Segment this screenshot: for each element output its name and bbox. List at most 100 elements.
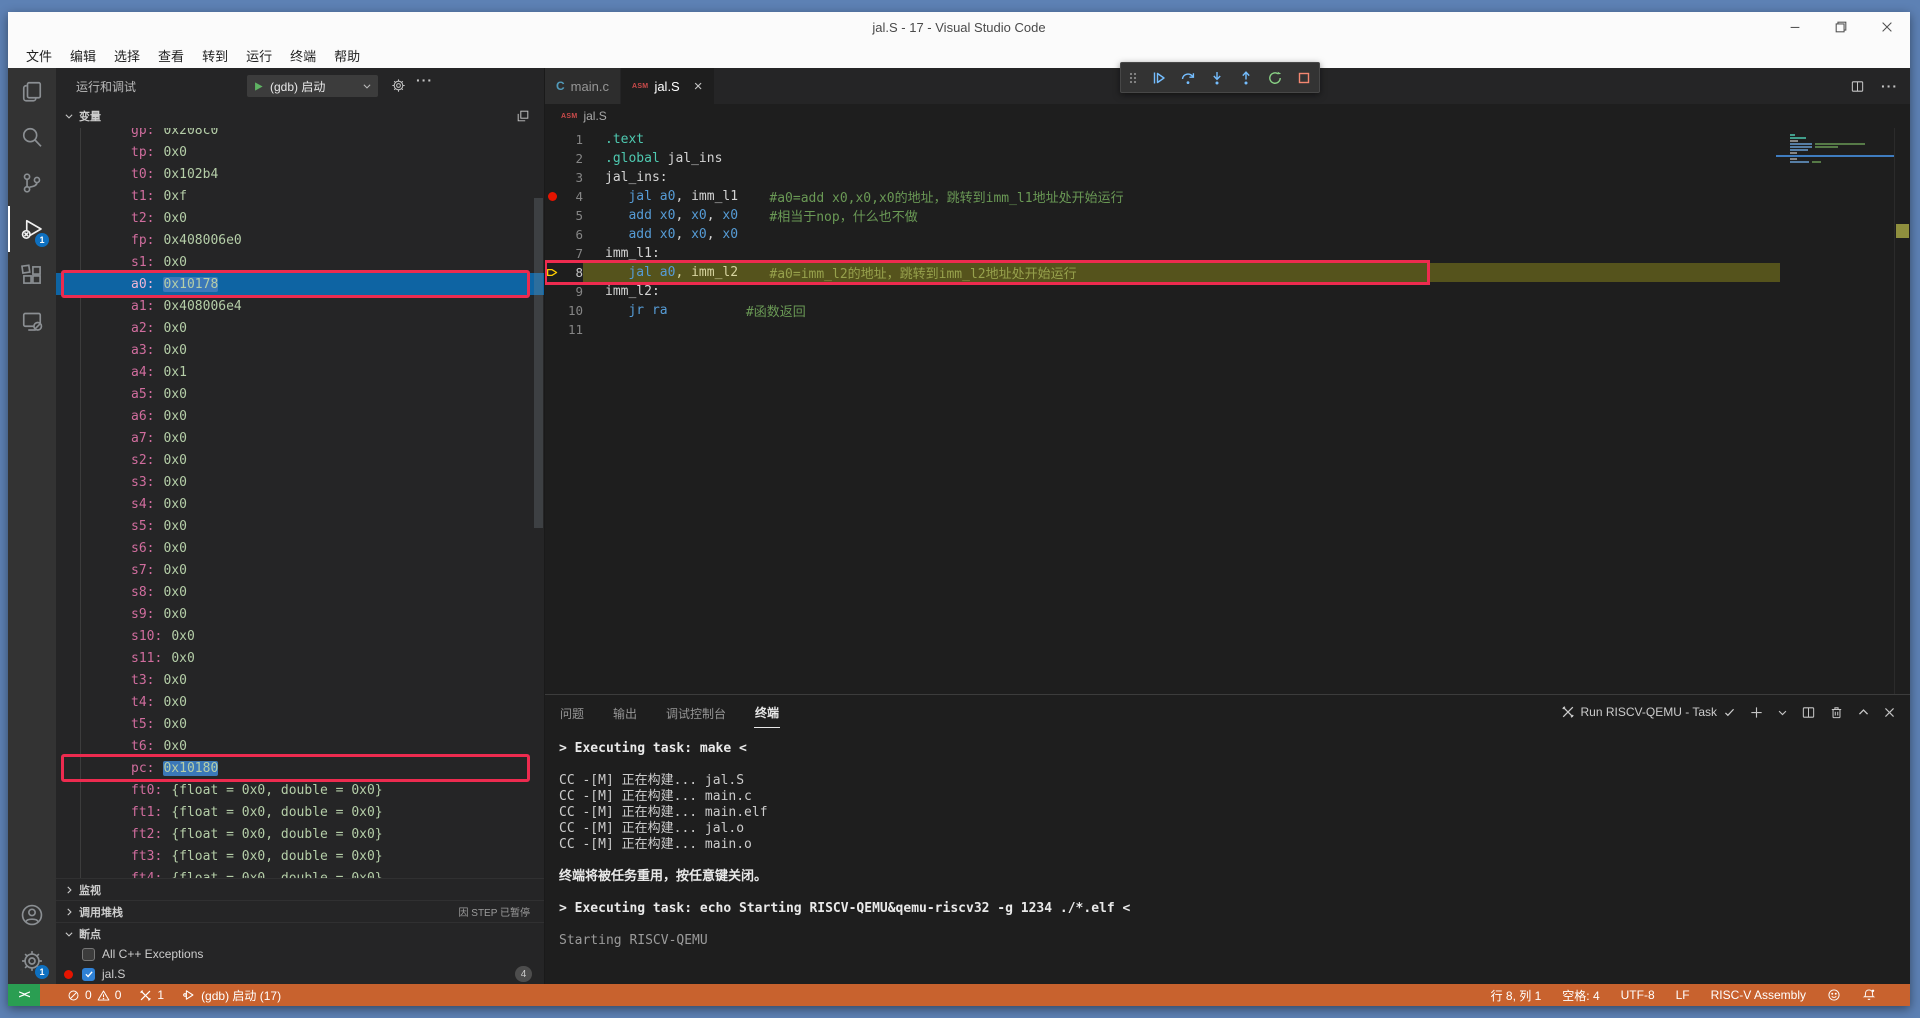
remote-explorer-icon[interactable]	[8, 298, 56, 344]
start-debug-icon[interactable]	[253, 81, 264, 92]
breakpoint-row-jals[interactable]: jal.S 4	[56, 964, 544, 984]
tab-jal-s[interactable]: ASM jal.S ×	[621, 68, 715, 104]
register-row[interactable]: s7:0x0	[56, 559, 544, 581]
breakpoint-dot-icon[interactable]	[545, 192, 559, 201]
settings-gear-icon[interactable]: 1	[8, 938, 56, 984]
register-row[interactable]: s3:0x0	[56, 471, 544, 493]
tab-debug-console[interactable]: 调试控制台	[665, 697, 727, 728]
editor-scrollbar[interactable]	[1894, 128, 1910, 694]
eol-sequence[interactable]: LF	[1676, 988, 1690, 1002]
code-line[interactable]: 10 jr ra #函数返回	[545, 301, 1780, 320]
register-row[interactable]: a2:0x0	[56, 317, 544, 339]
code-line[interactable]: 2.global jal_ins	[545, 149, 1780, 168]
menu-item[interactable]: 编辑	[61, 46, 105, 65]
register-row[interactable]: a6:0x0	[56, 405, 544, 427]
code-line[interactable]: 4 jal a0, imm_l1 #a0=add x0,x0,x0的地址，跳转到…	[545, 187, 1780, 206]
register-row[interactable]: ft1:{float = 0x0, double = 0x0}	[56, 801, 544, 823]
code-line[interactable]: 7imm_l1:	[545, 244, 1780, 263]
maximize-panel-icon[interactable]	[1857, 706, 1870, 719]
menu-item[interactable]: 转到	[193, 46, 237, 65]
menu-item[interactable]: 选择	[105, 46, 149, 65]
register-row[interactable]: ft0:{float = 0x0, double = 0x0}	[56, 779, 544, 801]
debug-settings-gear-icon[interactable]	[391, 78, 406, 93]
split-editor-icon[interactable]	[1850, 79, 1865, 94]
code-lines[interactable]: 1.text2.global jal_ins3jal_ins:4 jal a0,…	[545, 128, 1780, 694]
register-row[interactable]: a5:0x0	[56, 383, 544, 405]
debug-session-status[interactable]: (gdb) 启动 (17)	[182, 987, 281, 1004]
step-over-icon[interactable]	[1180, 70, 1196, 86]
explorer-icon[interactable]	[8, 68, 56, 114]
minimize-icon[interactable]	[1788, 20, 1802, 34]
register-row[interactable]: ft3:{float = 0x0, double = 0x0}	[56, 845, 544, 867]
tab-output[interactable]: 输出	[612, 697, 638, 728]
register-row[interactable]: fp:0x408006e0	[56, 229, 544, 251]
problems-status[interactable]: 0 0	[67, 988, 121, 1002]
register-row[interactable]: ft4:{float = 0x0, double = 0x0}	[56, 867, 544, 878]
more-actions-icon[interactable]: ···	[416, 72, 433, 88]
breakpoint-row-exceptions[interactable]: All C++ Exceptions	[56, 944, 544, 964]
variables-section-header[interactable]: 变量	[56, 104, 544, 128]
menu-item[interactable]: 文件	[17, 46, 61, 65]
register-row[interactable]: a4:0x1	[56, 361, 544, 383]
menu-item[interactable]: 终端	[281, 46, 325, 65]
more-actions-icon[interactable]: ···	[1881, 78, 1898, 94]
tab-problems[interactable]: 问题	[559, 697, 585, 728]
terminal-output[interactable]: > Executing task: make < CC -[M] 正在构建...…	[545, 729, 1910, 984]
minimap[interactable]	[1780, 128, 1894, 694]
code-line[interactable]: 5 add x0, x0, x0 #相当于nop，什么也不做	[545, 206, 1780, 225]
close-panel-icon[interactable]	[1883, 706, 1896, 719]
register-row[interactable]: a1:0x408006e4	[56, 295, 544, 317]
terminal-task-selector[interactable]: Run RISCV-QEMU - Task	[1561, 705, 1736, 719]
source-control-icon[interactable]	[8, 160, 56, 206]
register-row[interactable]: a0:0x10178	[56, 273, 544, 295]
encoding[interactable]: UTF-8	[1621, 988, 1655, 1002]
breakpoints-section-header[interactable]: 断点	[56, 922, 544, 944]
register-row[interactable]: pc:0x10180	[56, 757, 544, 779]
register-row[interactable]: tp:0x0	[56, 141, 544, 163]
register-row[interactable]: t6:0x0	[56, 735, 544, 757]
kill-terminal-icon[interactable]	[1829, 705, 1844, 720]
register-row[interactable]: s6:0x0	[56, 537, 544, 559]
code-line[interactable]: 8 jal a0, imm_l2 #a0=imm_l2的地址，跳转到imm_l2…	[545, 263, 1780, 282]
menu-item[interactable]: 运行	[237, 46, 281, 65]
register-row[interactable]: t1:0xf	[56, 185, 544, 207]
run-and-debug-icon[interactable]: 1	[8, 206, 56, 252]
code-line[interactable]: 9imm_l2:	[545, 282, 1780, 301]
register-row[interactable]: s5:0x0	[56, 515, 544, 537]
running-tasks-status[interactable]: 1	[139, 988, 164, 1002]
step-into-icon[interactable]	[1209, 70, 1225, 86]
close-icon[interactable]	[1880, 20, 1894, 34]
continue-icon[interactable]	[1151, 70, 1167, 86]
register-row[interactable]: s1:0x0	[56, 251, 544, 273]
title-bar[interactable]: jal.S - 17 - Visual Studio Code	[8, 12, 1910, 42]
code-line[interactable]: 6 add x0, x0, x0	[545, 225, 1780, 244]
code-line[interactable]: 1.text	[545, 130, 1780, 149]
menu-item[interactable]: 帮助	[325, 46, 369, 65]
execution-pointer-icon[interactable]	[545, 266, 559, 279]
watch-section-header[interactable]: 监视	[56, 878, 544, 900]
register-row[interactable]: t3:0x0	[56, 669, 544, 691]
tab-main-c[interactable]: C main.c	[545, 68, 621, 104]
sidebar-scrollbar[interactable]	[534, 198, 543, 528]
new-terminal-icon[interactable]	[1749, 705, 1764, 720]
register-row[interactable]: a7:0x0	[56, 427, 544, 449]
register-row[interactable]: t2:0x0	[56, 207, 544, 229]
breadcrumb[interactable]: ASM jal.S	[545, 104, 1910, 128]
register-row[interactable]: gp:0x208c0	[56, 128, 544, 141]
register-row[interactable]: t4:0x0	[56, 691, 544, 713]
close-tab-icon[interactable]: ×	[694, 79, 703, 94]
drag-handle-icon[interactable]	[1128, 70, 1138, 86]
stop-icon[interactable]	[1296, 70, 1312, 86]
register-row[interactable]: s11:0x0	[56, 647, 544, 669]
feedback-smiley-icon[interactable]	[1827, 988, 1841, 1002]
tab-terminal[interactable]: 终端	[754, 696, 780, 728]
checkbox-checked[interactable]	[82, 968, 95, 981]
register-row[interactable]: a3:0x0	[56, 339, 544, 361]
menu-item[interactable]: 查看	[149, 46, 193, 65]
register-row[interactable]: s4:0x0	[56, 493, 544, 515]
language-mode[interactable]: RISC-V Assembly	[1711, 988, 1806, 1002]
restart-icon[interactable]	[1267, 70, 1283, 86]
register-row[interactable]: t0:0x102b4	[56, 163, 544, 185]
account-icon[interactable]	[8, 892, 56, 938]
register-row[interactable]: s10:0x0	[56, 625, 544, 647]
